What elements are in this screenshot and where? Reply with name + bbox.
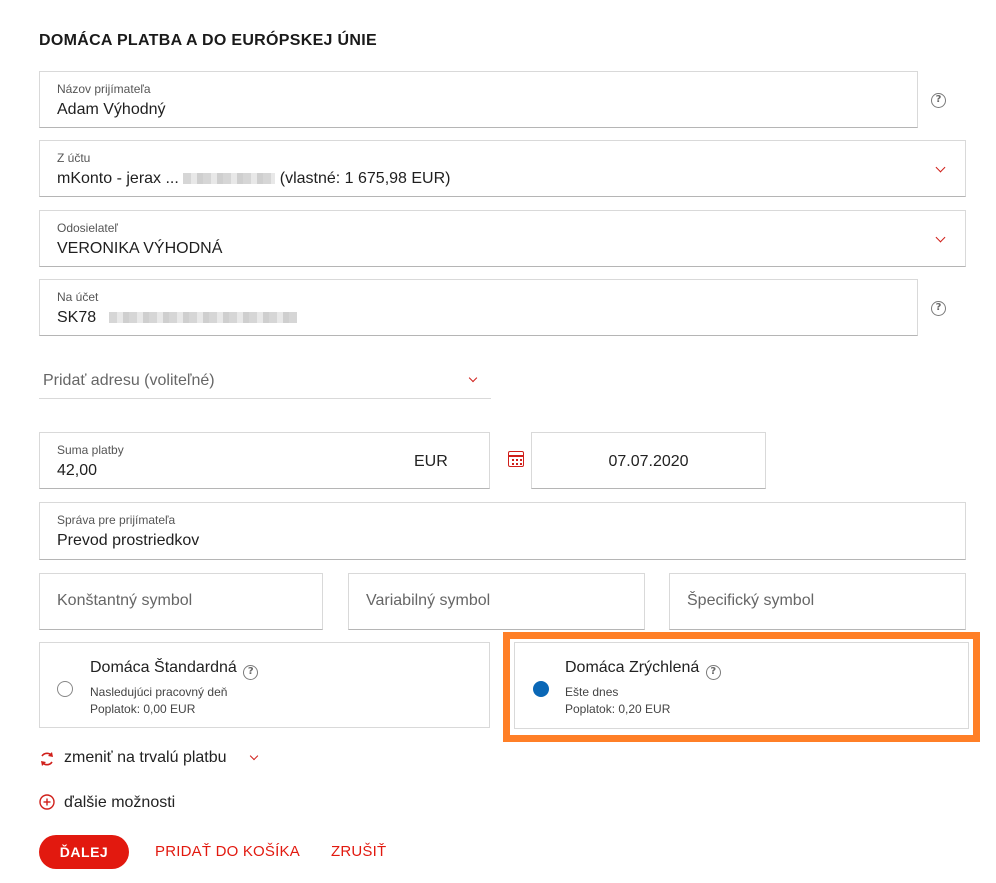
constant-symbol-input[interactable]: Konštantný symbol bbox=[39, 573, 323, 630]
add-address-label: Pridať adresu (voliteľné) bbox=[43, 372, 215, 389]
more-options-link[interactable]: ďalšie možnosti bbox=[39, 793, 199, 815]
to-account-label: Na účet bbox=[57, 290, 99, 304]
help-icon[interactable]: ? bbox=[931, 93, 946, 108]
page-title: DOMÁCA PLATBA A DO EURÓPSKEJ ÚNIE bbox=[39, 32, 377, 49]
specific-symbol-placeholder: Špecifický symbol bbox=[687, 592, 815, 609]
date-field[interactable]: 07.07.2020 bbox=[531, 432, 766, 489]
masked-iban bbox=[108, 312, 297, 324]
variable-symbol-placeholder: Variabilný symbol bbox=[366, 592, 491, 609]
date-value: 07.07.2020 bbox=[608, 453, 689, 470]
constant-symbol-placeholder: Konštantný symbol bbox=[57, 592, 193, 609]
sender-value: VERONIKA VÝHODNÁ bbox=[57, 240, 223, 257]
from-account-label: Z účtu bbox=[57, 151, 91, 165]
radio-unselected[interactable] bbox=[57, 681, 73, 697]
amount-field[interactable]: Suma platby 42,00 EUR bbox=[39, 432, 490, 489]
message-value: Prevod prostriedkov bbox=[57, 532, 200, 549]
recipient-name-label: Názov prijímateľa bbox=[57, 82, 151, 96]
from-account-balance: (vlastné: 1 675,98 EUR) bbox=[279, 170, 451, 187]
selection-highlight bbox=[503, 632, 980, 742]
to-account-prefix: SK78 bbox=[57, 309, 97, 326]
from-account-name: mKonto - jerax ... bbox=[57, 170, 179, 187]
calendar-icon[interactable] bbox=[508, 451, 524, 467]
message-label: Správa pre prijímateľa bbox=[57, 513, 176, 527]
from-account-value: mKonto - jerax ... (vlastné: 1 675,98 EU… bbox=[57, 170, 450, 188]
to-account-value: SK78 bbox=[57, 309, 297, 327]
to-account-field[interactable]: Na účet SK78 bbox=[39, 279, 918, 336]
payment-type-timing: Nasledujúci pracovný deň bbox=[90, 685, 228, 699]
amount-label: Suma platby bbox=[57, 443, 124, 457]
more-options-label: ďalšie možnosti bbox=[64, 794, 176, 811]
cancel-button[interactable]: ZRUŠIŤ bbox=[331, 843, 386, 860]
payment-type-name: Domáca Štandardná ? bbox=[90, 659, 259, 680]
recipient-name-value: Adam Výhodný bbox=[57, 101, 166, 118]
currency-label: EUR bbox=[414, 453, 448, 470]
add-address-dropdown[interactable]: Pridať adresu (voliteľné) bbox=[39, 362, 491, 399]
help-icon[interactable]: ? bbox=[243, 665, 259, 680]
refresh-icon bbox=[41, 752, 53, 766]
masked-account-number bbox=[183, 173, 276, 185]
help-icon[interactable]: ? bbox=[931, 301, 946, 316]
payment-type-standard[interactable]: Domáca Štandardná ? Nasledujúci pracovný… bbox=[39, 642, 490, 728]
change-to-recurring-link[interactable]: zmeniť na trvalú platbu bbox=[39, 748, 269, 770]
recipient-name-field[interactable]: Názov prijímateľa Adam Výhodný bbox=[39, 71, 918, 128]
recurring-link-label: zmeniť na trvalú platbu bbox=[64, 749, 227, 766]
chevron-down-icon bbox=[468, 373, 478, 383]
sender-label: Odosielateľ bbox=[57, 221, 118, 235]
chevron-down-icon bbox=[249, 751, 259, 761]
plus-circle-icon bbox=[39, 794, 55, 810]
chevron-down-icon bbox=[935, 162, 946, 173]
next-button[interactable]: ĎALEJ bbox=[39, 835, 129, 869]
add-to-cart-button[interactable]: PRIDAŤ DO KOŠÍKA bbox=[155, 843, 300, 860]
specific-symbol-input[interactable]: Špecifický symbol bbox=[669, 573, 966, 630]
variable-symbol-input[interactable]: Variabilný symbol bbox=[348, 573, 645, 630]
amount-value: 42,00 bbox=[57, 462, 98, 479]
payment-type-fee: Poplatok: 0,00 EUR bbox=[90, 702, 196, 716]
sender-select[interactable]: Odosielateľ VERONIKA VÝHODNÁ bbox=[39, 210, 966, 267]
chevron-down-icon bbox=[935, 232, 946, 243]
from-account-select[interactable]: Z účtu mKonto - jerax ... (vlastné: 1 67… bbox=[39, 140, 966, 197]
message-field[interactable]: Správa pre prijímateľa Prevod prostriedk… bbox=[39, 502, 966, 560]
